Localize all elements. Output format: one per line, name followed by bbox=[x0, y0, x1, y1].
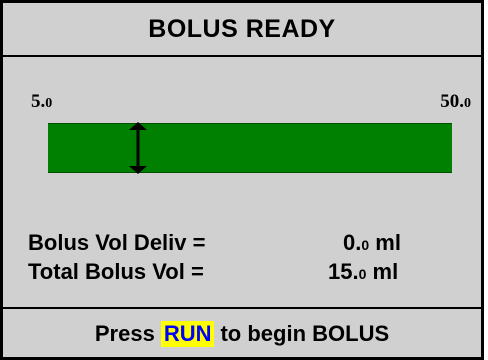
total-bolus-vol-label: Total Bolus Vol = bbox=[28, 259, 204, 284]
header-title: BOLUS READY bbox=[3, 3, 481, 57]
instruction-suffix: to begin BOLUS bbox=[220, 321, 390, 346]
scale-max-label: 50.0 bbox=[440, 91, 471, 112]
double-arrow-vertical-icon bbox=[128, 122, 147, 174]
scale-min-label: 5.0 bbox=[31, 91, 53, 112]
bolus-vol-deliv-label: Bolus Vol Deliv = bbox=[28, 230, 206, 255]
bolus-vol-deliv-value: 0.0 ml bbox=[343, 230, 401, 255]
total-bolus-vol-value: 15.0 ml bbox=[328, 259, 399, 284]
pump-display: BOLUS READY 5.0 50.0 Bolus Vol Deliv = 0… bbox=[0, 0, 484, 360]
bolus-level-bar bbox=[48, 122, 452, 174]
page-title: BOLUS READY bbox=[148, 14, 336, 43]
run-key-label: RUN bbox=[160, 321, 215, 347]
instruction-bar: Press RUN to begin BOLUS bbox=[3, 307, 481, 359]
instruction-prefix: Press bbox=[94, 321, 155, 346]
